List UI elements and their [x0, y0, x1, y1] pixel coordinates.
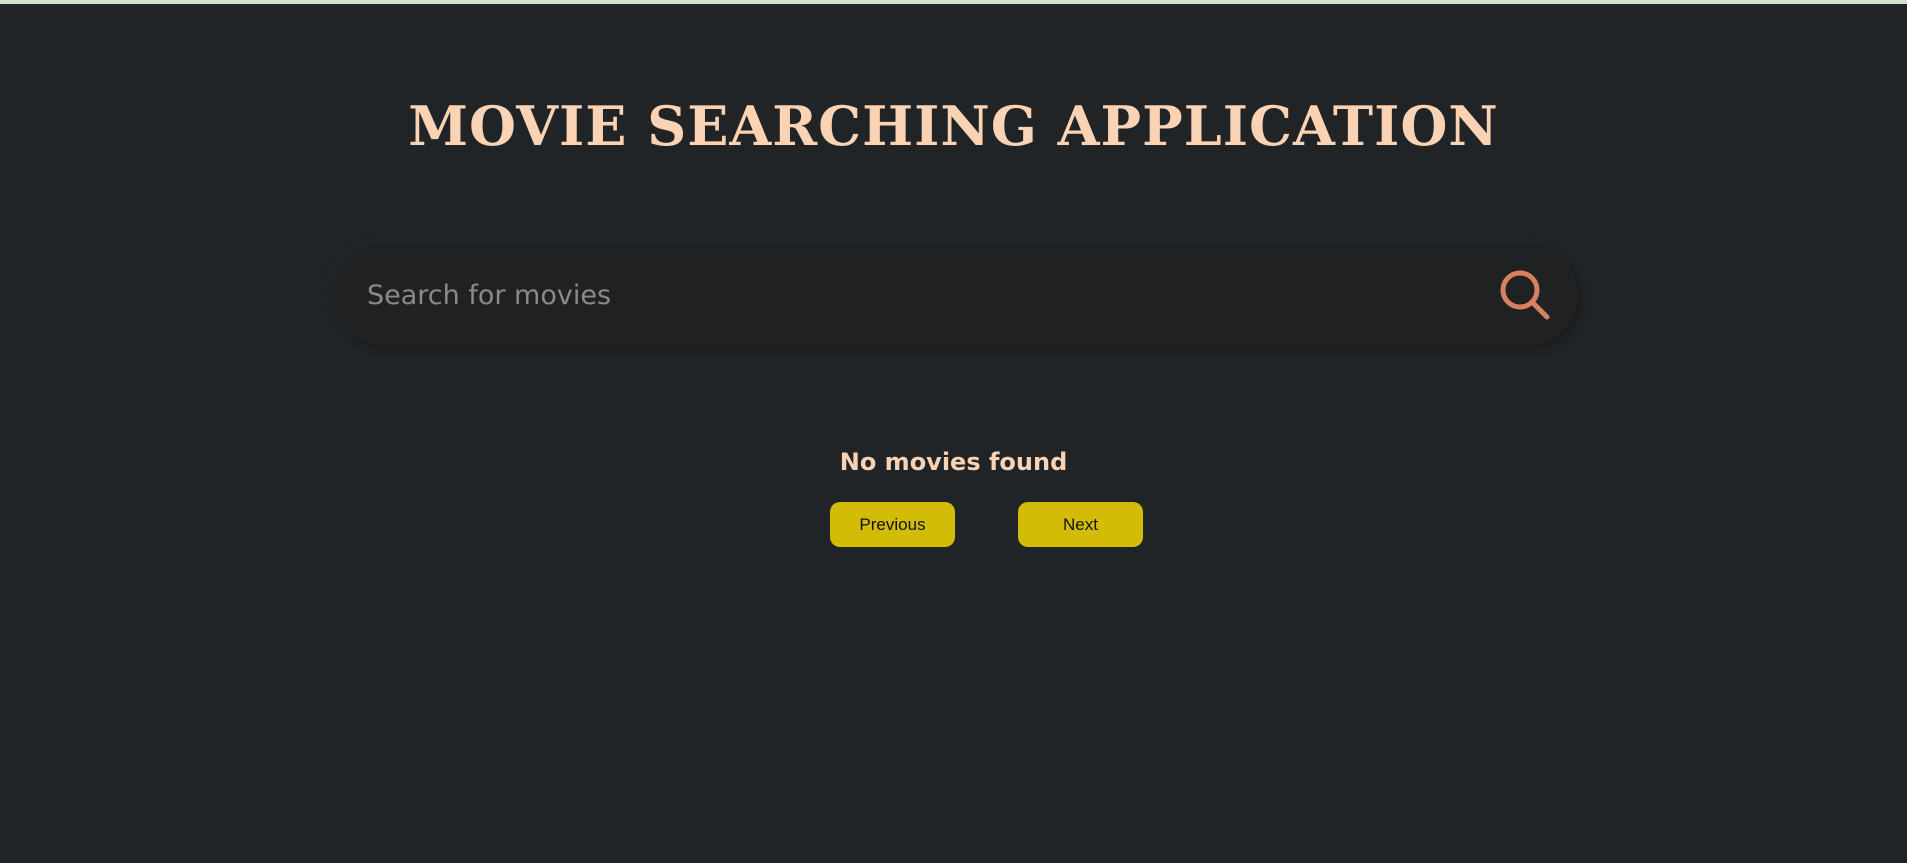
search-icon[interactable] [1498, 268, 1552, 322]
search-input[interactable] [367, 245, 1447, 345]
page-title: MOVIE SEARCHING APPLICATION [408, 94, 1499, 158]
search-bar [332, 245, 1578, 345]
top-strip [0, 0, 1907, 4]
next-button[interactable]: Next [1018, 502, 1143, 547]
no-results-message: No movies found [839, 448, 1068, 476]
previous-button[interactable]: Previous [830, 502, 955, 547]
